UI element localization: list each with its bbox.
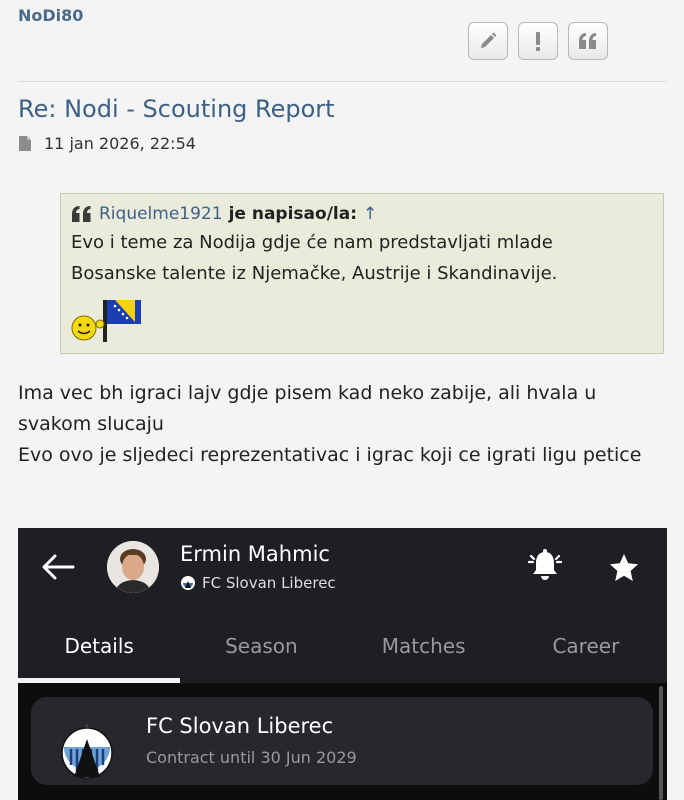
quote-header: Riquelme1921 je napisao/la: ↑: [71, 204, 653, 224]
edit-button[interactable]: [468, 22, 508, 60]
quote-author-link[interactable]: Riquelme1921: [99, 204, 223, 224]
club-crest-icon: [61, 723, 113, 779]
post-title[interactable]: Re: Nodi - Scouting Report: [18, 95, 335, 123]
embedded-app-screenshot: Ermin Mahmic FC Slovan Liberec Details S…: [18, 528, 667, 800]
smiley-flag-bosnia-icon: [71, 300, 141, 342]
edit-icon: [481, 32, 497, 48]
quote-button[interactable]: [568, 22, 608, 60]
tab-career[interactable]: Career: [505, 618, 667, 683]
post-date: 11 jan 2026, 22:54: [44, 134, 196, 153]
player-team[interactable]: FC Slovan Liberec: [180, 574, 336, 592]
star-icon[interactable]: [608, 552, 640, 584]
quote-line: Bosanske talente iz Njemačke, Austrije i…: [71, 263, 558, 284]
back-arrow-icon[interactable]: [40, 552, 76, 582]
contract-info: Contract until 30 Jun 2029: [146, 748, 357, 767]
scrollbar[interactable]: [659, 686, 663, 800]
quote-line: Evo i teme za Nodija gdje će nam predsta…: [71, 232, 553, 253]
document-icon[interactable]: [18, 135, 32, 152]
post-meta: 11 jan 2026, 22:54: [18, 134, 196, 153]
player-photo: [107, 541, 159, 593]
post-author[interactable]: NoDi80: [18, 6, 83, 25]
tab-bar: Details Season Matches Career: [18, 618, 667, 683]
post-paragraph: Ima vec bh igraci lajv gdje pisem kad ne…: [18, 382, 597, 435]
bell-icon[interactable]: [528, 548, 562, 584]
club-crest-icon: [181, 576, 195, 590]
quote-source-link[interactable]: ↑: [363, 204, 377, 224]
player-name: Ermin Mahmic: [180, 542, 330, 566]
tab-season[interactable]: Season: [180, 618, 342, 683]
quote-said: je napisao/la:: [228, 204, 357, 224]
player-team-name: FC Slovan Liberec: [202, 574, 336, 592]
post-body: Ima vec bh igraci lajv gdje pisem kad ne…: [18, 378, 668, 471]
quote-mark-icon: [72, 206, 91, 222]
tab-details[interactable]: Details: [18, 618, 181, 683]
tab-matches[interactable]: Matches: [343, 618, 505, 683]
club-card[interactable]: FC Slovan Liberec Contract until 30 Jun …: [31, 697, 653, 785]
post-paragraph: Evo ovo je sljedeci reprezentativac i ig…: [18, 444, 642, 466]
quote-block: Riquelme1921 je napisao/la: ↑ Evo i teme…: [60, 193, 664, 354]
quote-icon: [579, 33, 596, 49]
report-icon: [536, 32, 540, 51]
club-name: FC Slovan Liberec: [146, 714, 334, 738]
report-button[interactable]: [518, 22, 558, 60]
quote-text: Evo i teme za Nodija gdje će nam predsta…: [71, 227, 653, 289]
app-header: Ermin Mahmic FC Slovan Liberec Details S…: [18, 528, 667, 683]
divider: [18, 81, 666, 82]
player-avatar: [107, 541, 159, 593]
